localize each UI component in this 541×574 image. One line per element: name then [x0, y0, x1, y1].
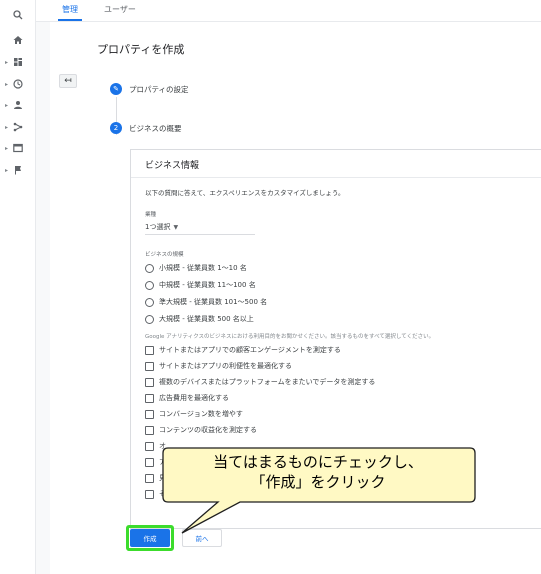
step-business-overview[interactable]: 2 ビジネスの概要: [110, 122, 182, 134]
radio-label: 小規模 - 従業員数 1～10 名: [159, 264, 247, 272]
size-option-medium[interactable]: 中規模 - 従業員数 11～100 名: [145, 280, 256, 290]
checkbox-label: コンバージョン数を増やす: [159, 410, 243, 418]
radio-label: 準大規模 - 従業員数 101～500 名: [159, 298, 268, 306]
industry-select[interactable]: 1つ選択 ▼: [145, 222, 178, 232]
tab-admin[interactable]: 管理: [58, 4, 82, 21]
business-info-card: ビジネス情報 以下の質問に答えて、エクスペリエンスをカスタマイズしましょう。 業…: [130, 149, 541, 529]
step-label: ビジネスの概要: [129, 123, 182, 133]
checkbox-label: ア: [159, 458, 166, 466]
clock-icon[interactable]: ▸: [0, 75, 36, 93]
intro-text: 以下の質問に答えて、エクスペリエンスをカスタマイズしましょう。: [145, 189, 345, 197]
checkbox-label: サイトまたはアプリの利便性を最適化する: [159, 362, 292, 370]
usage-option[interactable]: 見: [145, 473, 166, 483]
radio-label: 大規模 - 従業員数 500 名以上: [159, 315, 254, 323]
usage-option[interactable]: ア: [145, 457, 166, 467]
checkbox[interactable]: [145, 361, 154, 371]
checkbox[interactable]: [145, 345, 154, 355]
select-underline: [145, 234, 255, 235]
radio-button[interactable]: [145, 263, 154, 273]
checkbox-label: サイトまたはアプリでの顧客エンゲージメントを測定する: [159, 346, 341, 354]
create-button[interactable]: 作成: [130, 529, 170, 547]
previous-button[interactable]: 前へ: [182, 529, 222, 547]
top-tab-bar: 管理 ユーザー: [36, 0, 541, 22]
person-icon[interactable]: ▸: [0, 96, 36, 114]
dashboard-icon[interactable]: ▸: [0, 53, 36, 71]
size-option-large[interactable]: 大規模 - 従業員数 500 名以上: [145, 314, 254, 324]
usage-option[interactable]: 複数のデバイスまたはプラットフォームをまたいでデータを測定する: [145, 377, 375, 387]
checkbox-label: そ: [159, 490, 166, 498]
industry-select-value: 1つ選択: [145, 223, 171, 231]
size-label: ビジネスの規模: [145, 252, 184, 258]
usage-option[interactable]: オ: [145, 441, 166, 451]
size-option-small[interactable]: 小規模 - 従業員数 1～10 名: [145, 263, 247, 273]
checkbox[interactable]: [145, 425, 154, 435]
checkbox[interactable]: [145, 393, 154, 403]
card-title: ビジネス情報: [145, 161, 200, 171]
flow-icon[interactable]: ▸: [0, 118, 36, 136]
home-icon[interactable]: [0, 31, 36, 49]
expand-caret-icon: ▸: [5, 166, 9, 174]
tab-users[interactable]: ユーザー: [100, 4, 140, 21]
radio-button[interactable]: [145, 280, 154, 290]
checkbox-label: 見: [159, 474, 166, 482]
usage-option[interactable]: コンバージョン数を増やす: [145, 409, 243, 419]
usage-option[interactable]: 広告費用を最適化する: [145, 393, 229, 403]
checkbox-label: 広告費用を最適化する: [159, 394, 229, 402]
usage-option[interactable]: コンテンツの収益化を測定する: [145, 425, 257, 435]
expand-caret-icon: ▸: [5, 123, 9, 131]
step-number: 2: [110, 122, 122, 134]
size-option-semi-large[interactable]: 準大規模 - 従業員数 101～500 名: [145, 297, 267, 307]
industry-label: 業種: [145, 212, 157, 218]
divider: [131, 177, 541, 178]
left-nav-rail: ▸ ▸ ▸ ▸ ▸ ▸: [0, 0, 36, 574]
usage-option[interactable]: サイトまたはアプリでの顧客エンゲージメントを測定する: [145, 345, 341, 355]
usage-option[interactable]: そ: [145, 489, 166, 499]
checkbox[interactable]: [145, 489, 154, 499]
expand-caret-icon: ▸: [5, 144, 9, 152]
checkbox[interactable]: [145, 377, 154, 387]
usage-option[interactable]: サイトまたはアプリの利便性を最適化する: [145, 361, 292, 371]
usage-hint: Google アナリティクスのビジネスにおける利用目的をお聞かせください。該当す…: [145, 334, 435, 340]
checkbox[interactable]: [145, 473, 154, 483]
checkbox-label: 複数のデバイスまたはプラットフォームをまたいでデータを測定する: [159, 378, 376, 386]
step-property-settings[interactable]: ✎ プロパティの設定: [110, 83, 189, 95]
dropdown-arrow-icon: ▼: [173, 224, 179, 231]
search-icon[interactable]: [0, 6, 36, 24]
expand-caret-icon: ▸: [5, 101, 9, 109]
step-label: プロパティの設定: [129, 84, 189, 94]
checkbox[interactable]: [145, 441, 154, 451]
flag-icon[interactable]: ▸: [0, 161, 36, 179]
expand-caret-icon: ▸: [5, 80, 9, 88]
checkbox-label: コンテンツの収益化を測定する: [159, 426, 257, 434]
radio-button[interactable]: [145, 297, 154, 307]
radio-button[interactable]: [145, 314, 154, 324]
back-arrow-button[interactable]: ↤: [59, 74, 77, 88]
edit-pencil-icon: ✎: [110, 83, 122, 95]
page-title: プロパティを作成: [97, 43, 185, 56]
checkbox-label: オ: [159, 442, 166, 450]
expand-caret-icon: ▸: [5, 58, 9, 66]
main-content: プロパティを作成 ↤ ✎ プロパティの設定 2 ビジネスの概要 ビジネス情報 以…: [50, 22, 541, 574]
back-arrow-icon: ↤: [64, 76, 72, 86]
checkbox[interactable]: [145, 409, 154, 419]
checkbox[interactable]: [145, 457, 154, 467]
radio-label: 中規模 - 従業員数 11～100 名: [159, 281, 256, 289]
card-icon[interactable]: ▸: [0, 139, 36, 157]
